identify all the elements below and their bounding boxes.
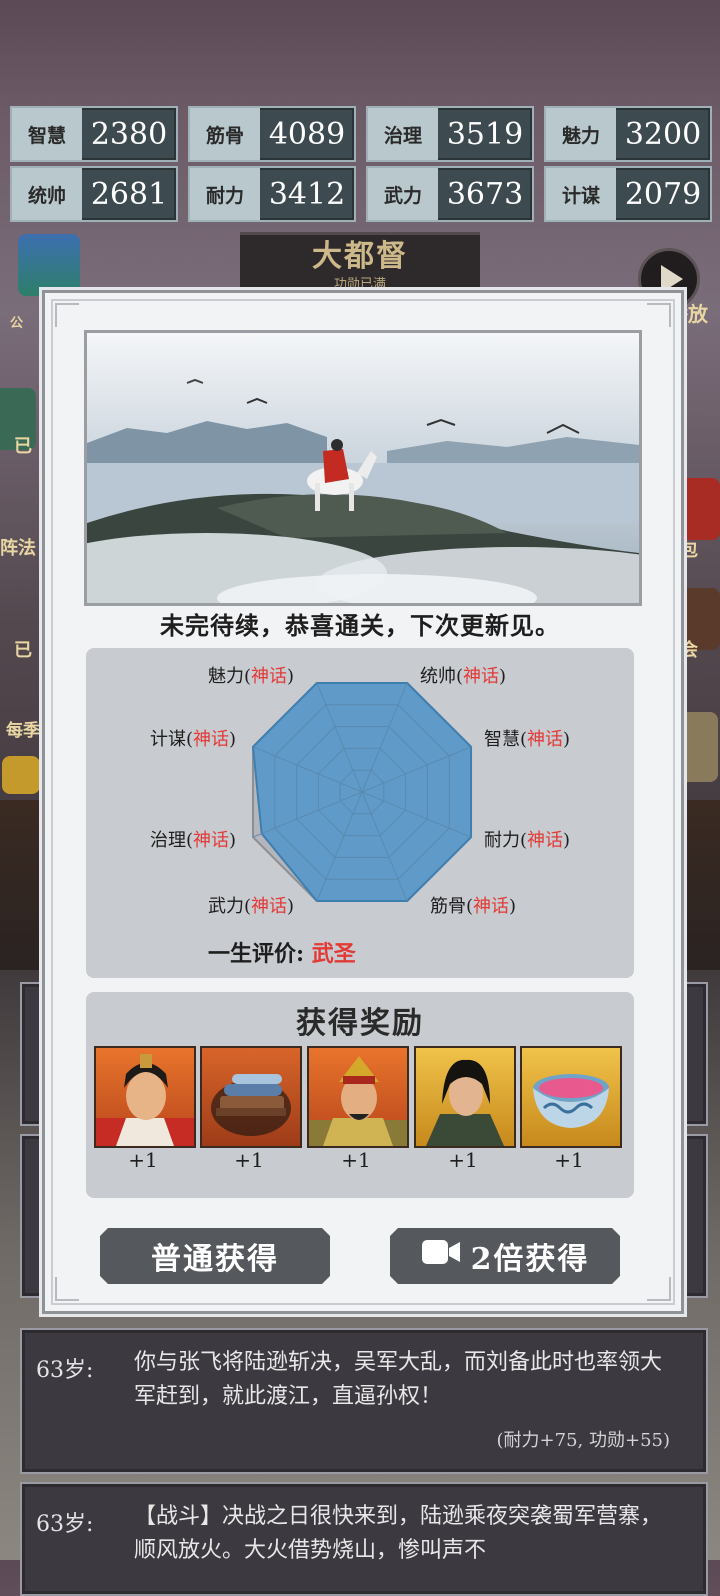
reward-count: +1 <box>128 1148 158 1172</box>
reward-count: +1 <box>341 1148 371 1172</box>
log-text: 你与张飞将陆逊斩决，吴军大乱，而刘备此时也率领大军赶到，就此渡江，直逼孙权！ <box>134 1350 663 1409</box>
radar-axis-label: 耐力(神话) <box>484 830 571 851</box>
life-evaluation: 一生评价: 武圣 <box>208 936 356 968</box>
log-entry: 63岁: 【战斗】决战之日很快来到，陆逊乘夜突袭蜀军营寨，顺风放火。大火借势烧山… <box>20 1482 708 1596</box>
radar-axis-grade: 神话 <box>463 666 500 687</box>
radar-axis-grade: 神话 <box>473 896 510 917</box>
radar-axis-grade: 神话 <box>193 830 230 851</box>
attribute-radar-chart <box>251 681 473 903</box>
radar-axis-grade: 神话 <box>527 830 564 851</box>
log-age: 63岁: <box>36 1512 94 1537</box>
radar-axis-label: 统帅(神话) <box>420 666 507 687</box>
radar-axis-name: 耐力 <box>484 830 520 851</box>
radar-axis-label: 魅力(神话) <box>208 666 295 687</box>
radar-axis-name: 筋骨 <box>430 896 466 917</box>
log-text: 【战斗】决战之日很快来到，陆逊乘夜突袭蜀军营寨，顺风放火。大火借势烧山，惨叫声不 <box>134 1504 663 1563</box>
radar-axis-label: 治理(神话) <box>150 830 237 851</box>
radar-axis-label: 智慧(神话) <box>484 729 571 750</box>
radar-axis-name: 计谋 <box>150 729 186 750</box>
radar-axis-name: 魅力 <box>208 666 244 687</box>
double-claim-button[interactable]: 2倍获得 <box>390 1228 620 1284</box>
video-camera-icon <box>421 1238 461 1274</box>
reward-general-portrait-3[interactable] <box>414 1046 516 1148</box>
reward-general-portrait-1[interactable] <box>94 1046 196 1148</box>
log-entry: 63岁: 你与张飞将陆逊斩决，吴军大乱，而刘备此时也率领大军赶到，就此渡江，直逼… <box>20 1328 708 1474</box>
life-evaluation-value: 武圣 <box>311 941 356 967</box>
radar-axis-label: 武力(神话) <box>208 896 295 917</box>
radar-axis-name: 武力 <box>208 896 244 917</box>
radar-axis-name: 统帅 <box>420 666 456 687</box>
corner-ornament <box>55 1277 79 1301</box>
corner-ornament <box>647 1277 671 1301</box>
life-evaluation-label: 一生评价: <box>208 941 305 967</box>
reward-count: +1 <box>554 1148 584 1172</box>
reward-porcelain-bowl-icon[interactable] <box>520 1046 622 1148</box>
reward-count: +1 <box>234 1148 264 1172</box>
radar-axis-label: 筋骨(神话) <box>430 896 517 917</box>
log-age: 63岁: <box>36 1358 94 1383</box>
radar-axis-grade: 神话 <box>193 729 230 750</box>
radar-axis-grade: 神话 <box>527 729 564 750</box>
normal-claim-button[interactable]: 普通获得 <box>100 1228 330 1284</box>
reward-scroll-books-icon[interactable] <box>200 1046 302 1148</box>
radar-axis-name: 智慧 <box>484 729 520 750</box>
normal-claim-label: 普通获得 <box>151 1242 279 1277</box>
rewards-title: 获得奖励 <box>296 1006 424 1041</box>
double-claim-label: 2倍获得 <box>470 1242 590 1277</box>
radar-axis-grade: 神话 <box>251 896 288 917</box>
reward-general-portrait-2[interactable] <box>307 1046 409 1148</box>
radar-axis-grade: 神话 <box>251 666 288 687</box>
radar-axis-name: 治理 <box>150 830 186 851</box>
radar-axis-label: 计谋(神话) <box>150 729 237 750</box>
log-gain: (耐力+75, 功勋+55) <box>496 1430 670 1451</box>
reward-count: +1 <box>448 1148 478 1172</box>
